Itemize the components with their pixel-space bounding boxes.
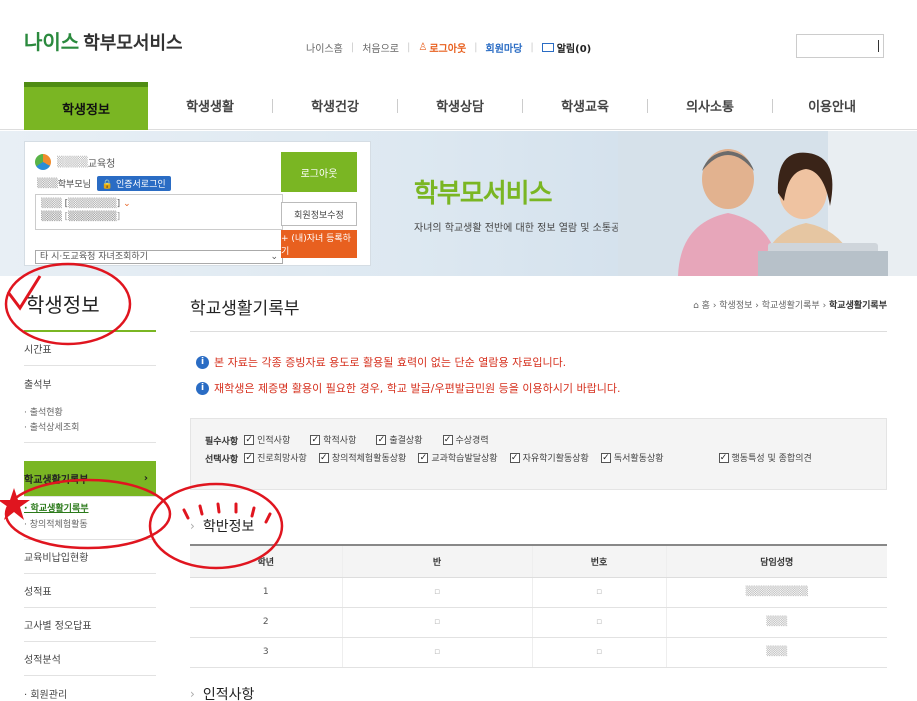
mail-icon [541,43,554,52]
checkbox-free-semester[interactable]: ✓ 자유학기활동상황 [509,451,589,464]
checkbox-awards[interactable]: ✓ 수상경력 [442,433,489,446]
page-title: 학교생활기록부 [190,299,300,319]
checkbox-icon: ✓ [600,452,611,463]
menu-exam-answers[interactable]: 고사별 정오답표 [24,608,156,642]
nav-student-info[interactable]: 학생정보 [24,81,148,130]
checkbox-reading[interactable]: ✓ 독서활동상황 [600,451,664,464]
col-class: 반 [341,544,532,578]
banner-subtitle: 자녀의 학교생활 전반에 대한 정보 열람 및 소통공간 [414,223,630,234]
menu-tuition[interactable]: 교육비납입현황 [24,540,156,574]
notice-2: i 재학생은 제증명 활용이 필요한 경우, 학교 발급/우편발급민원 등을 이… [196,380,621,396]
col-teacher: 담임성명 [665,544,887,578]
util-home[interactable]: 처음으로 [362,40,399,55]
section-class-info: › 학반정보 [190,519,255,535]
left-menu-title: 학생정보 [24,276,156,332]
cert-login-button[interactable]: 🔒 인증서로그인 [96,176,171,191]
logo-service: 학부모서비스 [83,33,183,54]
logo-neis: 나이스 [24,30,80,54]
menu-attendance-detail[interactable]: · 출석상세조회 [24,421,156,436]
search-input[interactable] [796,34,884,58]
info-icon: i [196,381,209,395]
checkbox-icon: ✓ [718,452,729,463]
nav-student-edu[interactable]: 학생교육 [523,82,647,130]
info-icon: i [196,355,209,369]
nav-student-life[interactable]: 학생생활 [148,82,272,130]
record-filter: 필수사항 ✓ 인적사항 ✓ 학적사항 ✓ 출결상황 ✓ 수상경력 선택사항 ✓ 진로희망사… [190,418,887,490]
nav-communication[interactable]: 의사소통 [648,82,772,130]
parent-label: 학부모님 [57,180,91,190]
section-personal-info: › 인적사항 [190,687,255,701]
chevron-down-icon: ⌄ [270,252,278,262]
util-neis-home[interactable]: 나이스홈 [306,40,343,55]
nav-student-health[interactable]: 학생건강 [273,82,397,130]
checkbox-icon: ✓ [318,452,329,463]
checkbox-icon: ✓ [310,434,321,445]
menu-timetable[interactable]: 시간표 [24,332,156,366]
checkbox-icon: ✓ [244,452,255,463]
checkbox-behavior[interactable]: ✓ 행동특성 및 종합의견 [718,451,812,464]
breadcrumb: ⌂ 홈 › 학생정보 › 학교생활기록부 › 학교생활기록부 [693,301,887,311]
chevron-right-icon: › [190,519,195,533]
nav-student-counsel[interactable]: 학생상담 [398,82,522,130]
logout-button[interactable]: 로그아웃 [281,152,357,192]
checkbox-icon: ✓ [442,434,453,445]
checkbox-icon: ✓ [244,434,255,445]
menu-report-card[interactable]: 성적표 [24,574,156,608]
parent-row: ▒▒▒ 학부모님 🔒 인증서로그인 [37,176,171,191]
col-grade: 학년 [190,544,342,578]
checkbox-icon: ✓ [509,452,520,463]
edu-office-logo-icon [35,154,51,170]
checkbox-icon: ✓ [418,452,429,463]
menu-attendance[interactable]: 출석부 [24,366,156,400]
optional-items: 선택사항 ✓ 진로희망사항 ✓ 창의적체험활동상황 ✓ 교과학습발달상황 ✓ 자유학기활… [205,451,812,465]
main-nav: 학생정보 학생생활 학생건강 학생상담 학생교육 의사소통 이용안내 [0,81,917,130]
child-list[interactable]: ▒▒▒ [▒▒▒▒▒▒▒] ⌄ ▒▒▒ [▒▒▒▒▒▒▒] [35,194,283,230]
chevron-down-icon: ⌄ [123,199,131,209]
left-menu: 학생정보 시간표 출석부 · 출석현황 · 출석상세조회 학교생활기록부 › ·… [24,276,156,701]
required-items: 필수사항 ✓ 인적사항 ✓ 학적사항 ✓ 출결상황 ✓ 수상경력 [205,433,489,447]
other-office-select[interactable]: 타 시·도교육청 자녀조회하기 ⌄ [35,250,283,264]
chevron-right-icon: › [143,473,148,484]
banner: ▒▒▒▒ 교육청 ▒▒▒ 학부모님 🔒 인증서로그인 ▒▒▒ [▒▒▒▒▒▒▒]… [0,131,917,276]
checkbox-creative[interactable]: ✓ 창의적체험활동상황 [318,451,406,464]
checkbox-icon: ✓ [376,434,387,445]
table-row: 1 ▫ ▫ ▒▒▒▒▒▒▒▒▒ [190,577,887,608]
table-row: 2 ▫ ▫ ▒▒▒ [190,607,887,638]
checkbox-subjects[interactable]: ✓ 교과학습발달상황 [418,451,498,464]
menu-grade-analysis[interactable]: 성적분석 [24,642,156,676]
top-bar: 나이스 학부모서비스 나이스홈 | 처음으로 | ♙ 로그아웃 | 회원마당 |… [0,0,917,82]
menu-attendance-status[interactable]: · 출석현황 [24,406,156,421]
checkbox-career[interactable]: ✓ 진로희망사항 [244,451,307,464]
checkbox-personal[interactable]: ✓ 인적사항 [244,433,290,446]
menu-member[interactable]: · 회원관리 [24,676,156,701]
table-header-row: 학년 반 번호 담임성명 [190,544,887,578]
person-icon: ♙ [418,42,428,53]
site-logo[interactable]: 나이스 학부모서비스 [24,26,183,55]
col-number: 번호 [531,544,666,578]
school-record-submenu: · 학교생활기록부 · 창의적체험활동 [24,497,156,540]
home-icon: ⌂ [693,301,699,311]
class-info-table: 학년 반 번호 담임성명 1 ▫ ▫ ▒▒▒▒▒▒▒▒▒ 2 ▫ ▫ ▒▒▒ 3… [190,544,887,668]
chevron-right-icon: › [190,687,195,701]
menu-creative-activities[interactable]: · 창의적체험활동 [24,517,156,533]
edu-office: ▒▒▒▒ 교육청 [35,154,115,170]
util-mypage[interactable]: 회원마당 [486,40,523,55]
table-row: 3 ▫ ▫ ▒▒▒ [190,637,887,668]
checkbox-academic[interactable]: ✓ 학적사항 [310,433,356,446]
banner-photo [618,131,917,276]
member-edit-button[interactable]: 회원정보수정 [281,202,357,226]
menu-school-record-sub[interactable]: · 학교생활기록부 [24,501,156,517]
notice-1: i 본 자료는 각종 증빙자료 용도로 활용될 효력이 없는 단순 열람용 자료… [196,354,566,370]
add-child-button[interactable]: + (내)자녀 등록하기 [281,230,357,258]
checkbox-attendance[interactable]: ✓ 출결상황 [376,433,423,446]
menu-school-record[interactable]: 학교생활기록부 › [24,461,156,497]
banner-title: 학부모서비스 [414,179,553,209]
login-box: ▒▒▒▒ 교육청 ▒▒▒ 학부모님 🔒 인증서로그인 ▒▒▒ [▒▒▒▒▒▒▒]… [24,141,371,266]
util-logout[interactable]: 로그아웃 [429,40,466,55]
util-alarm[interactable]: 알림(0) [557,40,592,55]
utility-links: 나이스홈 | 처음으로 | ♙ 로그아웃 | 회원마당 | 알림(0) [306,40,592,55]
nav-guide[interactable]: 이용안내 [773,82,891,130]
attendance-submenu: · 출석현황 · 출석상세조회 [24,400,156,443]
